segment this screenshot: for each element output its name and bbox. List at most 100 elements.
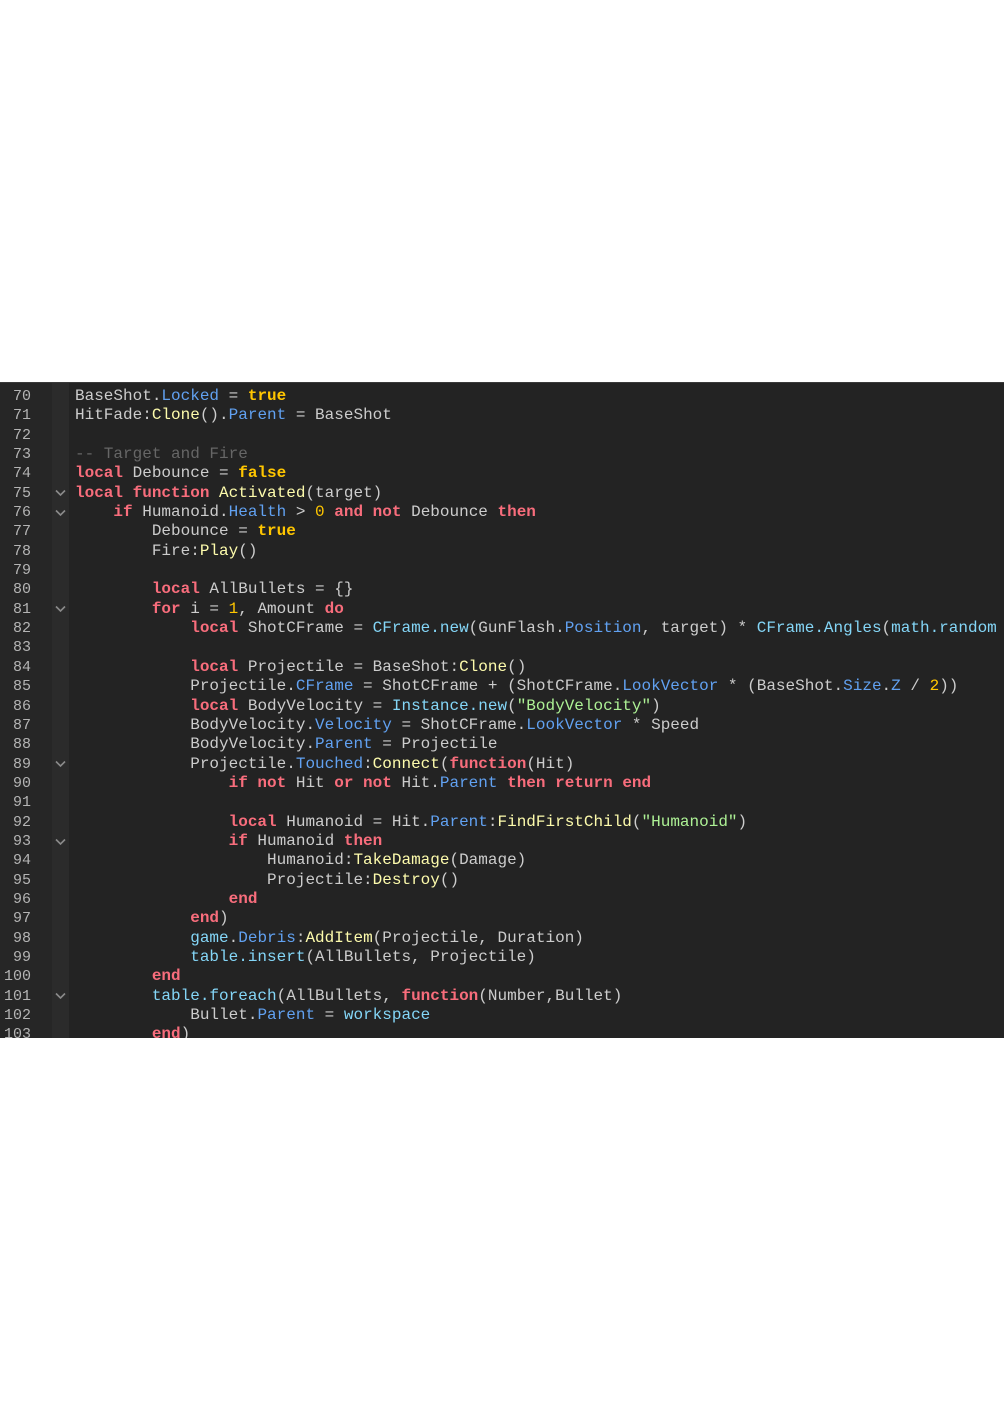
token-plain: HitFade: — [75, 406, 152, 425]
code-text: BodyVelocity.Velocity = ShotCFrame.LookV… — [75, 716, 699, 735]
token-kw: local — [228, 812, 277, 831]
line-number: 76 — [12, 504, 31, 522]
line-number: 84 — [12, 658, 31, 676]
token-plain: Projectile. — [190, 754, 296, 773]
token-plain: (Damage) — [449, 851, 527, 870]
code-text: Humanoid:TakeDamage(Damage) — [75, 851, 526, 870]
code-line[interactable]: 93 if Humanoid then — [0, 832, 1004, 851]
code-line[interactable]: 78 Fire:Play() — [0, 542, 1004, 561]
line-number: 80 — [12, 581, 31, 599]
token-plain: Humanoid: — [267, 851, 354, 870]
code-text: -- Target and Fire — [75, 445, 248, 464]
code-text: local AllBullets = {} — [75, 580, 354, 599]
token-plain: / — [900, 677, 930, 696]
code-line[interactable]: 95 Projectile:Destroy() — [0, 871, 1004, 890]
token-plain: Debounce = — [123, 464, 239, 483]
token-bool: false — [238, 464, 287, 483]
token-builtin: workspace — [343, 1006, 431, 1024]
line-number: 71 — [12, 407, 31, 425]
code-line[interactable]: 103 end) — [0, 1025, 1004, 1038]
fold-chevron-down-icon[interactable] — [53, 600, 67, 619]
code-line[interactable]: 101 table.foreach(AllBullets, function(N… — [0, 987, 1004, 1006]
token-kw: for — [151, 599, 181, 618]
token-comment: -- Target and Fire — [75, 445, 248, 464]
token-kw: local — [190, 619, 239, 638]
line-number: 95 — [12, 871, 31, 889]
code-line[interactable]: 83 — [0, 638, 1004, 657]
token-num: 1 — [228, 599, 239, 618]
token-plain: AllBullets = {} — [199, 580, 354, 599]
token-builtin: table.insert — [190, 947, 306, 966]
code-text: local function Activated(target) — [75, 484, 382, 503]
token-kw: if not — [228, 773, 287, 792]
code-line[interactable]: 102 Bullet.Parent = workspace — [0, 1006, 1004, 1025]
code-line[interactable]: 79 — [0, 561, 1004, 580]
token-plain: Debounce — [401, 503, 498, 522]
code-line[interactable]: 99 table.insert(AllBullets, Projectile) — [0, 948, 1004, 967]
token-plain: * Speed — [622, 715, 700, 734]
token-plain: (). — [199, 406, 229, 425]
code-line[interactable]: 71 HitFade:Clone().Parent = BaseShot — [0, 406, 1004, 425]
code-line[interactable]: 100 end — [0, 967, 1004, 986]
line-number: 91 — [12, 794, 31, 812]
token-plain: ) — [651, 696, 661, 715]
token-method: Destroy — [372, 870, 440, 889]
fold-chevron-down-icon[interactable] — [53, 987, 67, 1006]
code-editor[interactable]: 70 BaseShot.Locked = true 71 HitFade:Clone(… — [0, 382, 1004, 1038]
token-kw: or not — [334, 773, 392, 792]
line-number: 101 — [3, 987, 31, 1005]
code-line[interactable]: 85 Projectile.CFrame = ShotCFrame + (Sho… — [0, 677, 1004, 696]
code-line[interactable]: 87 BodyVelocity.Velocity = ShotCFrame.Lo… — [0, 716, 1004, 735]
token-prop: Debris — [238, 928, 296, 947]
token-plain: ) — [180, 1025, 191, 1038]
token-plain: Projectile = BaseShot: — [238, 657, 460, 676]
code-line[interactable]: 94 Humanoid:TakeDamage(Damage) — [0, 851, 1004, 870]
token-num: 0 — [315, 503, 325, 522]
code-lines[interactable]: 70 BaseShot.Locked = true 71 HitFade:Clone(… — [0, 387, 1004, 1038]
token-plain: BodyVelocity. — [190, 735, 316, 754]
code-line[interactable]: 73 -- Target and Fire — [0, 445, 1004, 464]
code-line[interactable]: 89 Projectile.Touched:Connect(function(H… — [0, 755, 1004, 774]
code-line[interactable]: 72 — [0, 426, 1004, 445]
code-line[interactable]: 84 local Projectile = BaseShot:Clone() — [0, 658, 1004, 677]
token-kw: then — [343, 831, 383, 850]
token-plain: . — [228, 928, 239, 947]
token-plain: = — [315, 1006, 344, 1024]
token-kw: then — [497, 503, 536, 522]
token-kw: end — [151, 1025, 181, 1038]
code-line[interactable]: 98 game.Debris:AddItem(Projectile, Durat… — [0, 929, 1004, 948]
code-line[interactable]: 77 Debounce = true — [0, 522, 1004, 541]
token-builtin: game — [190, 928, 229, 947]
code-line[interactable]: 80 local AllBullets = {} — [0, 580, 1004, 599]
code-line[interactable]: 74 local Debounce = false — [0, 464, 1004, 483]
code-text: if Humanoid.Health > 0 and not Debounce … — [75, 503, 536, 522]
token-plain: ( — [881, 619, 892, 638]
token-method: TakeDamage — [353, 851, 450, 870]
code-line[interactable]: 88 BodyVelocity.Parent = Projectile — [0, 735, 1004, 754]
code-line[interactable]: 97 end) — [0, 909, 1004, 928]
fold-chevron-down-icon[interactable] — [53, 503, 67, 522]
line-number: 102 — [3, 1007, 31, 1024]
code-line[interactable]: 75 local function Activated(target) — [0, 484, 1004, 503]
fold-chevron-down-icon[interactable] — [53, 832, 67, 851]
code-line[interactable]: 70 BaseShot.Locked = true — [0, 387, 1004, 406]
token-method: AddItem — [305, 928, 373, 947]
token-plain: , Amount — [238, 599, 325, 618]
token-prop: LookVector — [622, 677, 719, 696]
code-text: for i = 1, Amount do — [75, 600, 344, 619]
code-line[interactable]: 81 for i = 1, Amount do — [0, 600, 1004, 619]
code-line[interactable]: 82 local ShotCFrame = CFrame.new(GunFlas… — [0, 619, 1004, 638]
code-line[interactable]: 91 — [0, 793, 1004, 812]
code-line[interactable]: 90 if not Hit or not Hit.Parent then ret… — [0, 774, 1004, 793]
token-plain: ( — [439, 754, 450, 773]
code-line[interactable]: 92 local Humanoid = Hit.Parent:FindFirst… — [0, 813, 1004, 832]
code-line[interactable]: 96 end — [0, 890, 1004, 909]
token-num: 2 — [929, 677, 940, 696]
code-line[interactable]: 76 if Humanoid.Health > 0 and not Deboun… — [0, 503, 1004, 522]
line-number: 87 — [12, 716, 31, 734]
fold-chevron-down-icon[interactable] — [53, 755, 67, 774]
code-line[interactable]: 86 local BodyVelocity = Instance.new("Bo… — [0, 697, 1004, 716]
line-number: 82 — [12, 620, 31, 638]
fold-chevron-down-icon[interactable] — [53, 484, 67, 503]
